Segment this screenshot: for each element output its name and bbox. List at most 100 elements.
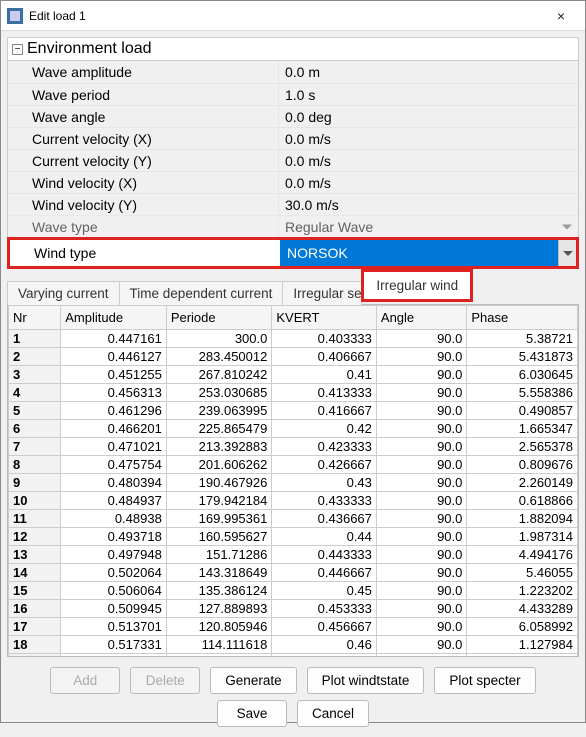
cell-nr[interactable]: 14 (9, 564, 61, 582)
table-row[interactable]: 130.497948151.712860.44333390.04.494176 (9, 546, 578, 564)
cell-kvert[interactable]: 0.413333 (272, 384, 377, 402)
cell-amplitude[interactable]: 0.471021 (61, 438, 167, 456)
cell-angle[interactable]: 90.0 (376, 384, 466, 402)
cell-amplitude[interactable]: 0.461296 (61, 402, 167, 420)
cell-nr[interactable]: 3 (9, 366, 61, 384)
cell-amplitude[interactable]: 0.456313 (61, 384, 167, 402)
prop-wind-vx[interactable]: Wind velocity (X) 0.0 m/s (8, 171, 578, 193)
cell-phase[interactable]: 0.490857 (467, 402, 578, 420)
cell-nr[interactable]: 7 (9, 438, 61, 456)
cell-angle[interactable]: 90.0 (376, 420, 466, 438)
col-nr[interactable]: Nr (9, 306, 61, 330)
table-row[interactable]: 160.509945127.8898930.45333390.04.433289 (9, 600, 578, 618)
cell-periode[interactable]: 127.889893 (166, 600, 272, 618)
table-row[interactable]: 170.513701120.8059460.45666790.06.058992 (9, 618, 578, 636)
cell-nr[interactable]: 11 (9, 510, 61, 528)
cell-amplitude[interactable]: 0.497948 (61, 546, 167, 564)
cell-phase[interactable]: 5.558386 (467, 384, 578, 402)
chevron-down-icon[interactable] (558, 240, 576, 266)
table-row[interactable]: 150.506064135.3861240.4590.01.223202 (9, 582, 578, 600)
prop-wave-angle[interactable]: Wave angle 0.0 deg (8, 105, 578, 127)
cell-periode[interactable]: 179.942184 (166, 492, 272, 510)
cell-nr[interactable]: 18 (9, 636, 61, 654)
cell-phase[interactable]: 1.223202 (467, 582, 578, 600)
cell-amplitude[interactable]: 0.506064 (61, 582, 167, 600)
cell-nr[interactable]: 6 (9, 420, 61, 438)
cell-periode[interactable]: 135.386124 (166, 582, 272, 600)
cell-nr[interactable]: 8 (9, 456, 61, 474)
cell-phase[interactable]: 0.809676 (467, 456, 578, 474)
cell-angle[interactable]: 90.0 (376, 402, 466, 420)
cell-kvert[interactable]: 0.433333 (272, 492, 377, 510)
cell-kvert[interactable]: 0.43 (272, 474, 377, 492)
table-row[interactable]: 20.446127283.4500120.40666790.05.431873 (9, 348, 578, 366)
table-row[interactable]: 10.447161300.00.40333390.05.38721 (9, 330, 578, 348)
tab-time-dependent-current[interactable]: Time dependent current (119, 281, 284, 305)
cell-angle[interactable]: 90.0 (376, 456, 466, 474)
cell-kvert[interactable]: 0.42 (272, 420, 377, 438)
cell-amplitude[interactable]: 0.517331 (61, 636, 167, 654)
cell-angle[interactable]: 90.0 (376, 564, 466, 582)
cell-phase[interactable]: 1.665347 (467, 420, 578, 438)
cell-phase[interactable]: 4.494176 (467, 546, 578, 564)
cell-kvert[interactable]: 0.44 (272, 528, 377, 546)
table-row[interactable]: 90.480394190.4679260.4390.02.260149 (9, 474, 578, 492)
prop-wave-period[interactable]: Wave period 1.0 s (8, 83, 578, 105)
cell-angle[interactable]: 90.0 (376, 492, 466, 510)
cell-angle[interactable]: 90.0 (376, 546, 466, 564)
table-row[interactable]: 70.471021213.3928830.42333390.02.565378 (9, 438, 578, 456)
table-row[interactable]: 40.456313253.0306850.41333390.05.558386 (9, 384, 578, 402)
cell-periode[interactable]: 120.805946 (166, 618, 272, 636)
col-phase[interactable]: Phase (467, 306, 578, 330)
cell-phase[interactable]: 1.882094 (467, 510, 578, 528)
cell-kvert[interactable]: 0.41 (272, 366, 377, 384)
cell-periode[interactable]: 213.392883 (166, 438, 272, 456)
cell-amplitude[interactable]: 0.466201 (61, 420, 167, 438)
cell-kvert[interactable]: 0.446667 (272, 564, 377, 582)
prop-wind-vy[interactable]: Wind velocity (Y) 30.0 m/s (8, 193, 578, 215)
generate-button[interactable]: Generate (210, 667, 296, 694)
cell-phase[interactable]: 2.565378 (467, 438, 578, 456)
cell-phase[interactable]: 5.38721 (467, 330, 578, 348)
cell-angle[interactable]: 90.0 (376, 438, 466, 456)
cell-kvert[interactable]: 0.436667 (272, 510, 377, 528)
cell-amplitude[interactable]: 0.513701 (61, 618, 167, 636)
cell-kvert[interactable]: 0.453333 (272, 600, 377, 618)
cell-angle[interactable]: 90.0 (376, 600, 466, 618)
table-row[interactable]: 50.461296239.0639950.41666790.00.490857 (9, 402, 578, 420)
cell-kvert[interactable]: 0.456667 (272, 618, 377, 636)
cell-periode[interactable]: 190.467926 (166, 474, 272, 492)
col-kvert[interactable]: KVERT (272, 306, 377, 330)
cell-angle[interactable]: 90.0 (376, 474, 466, 492)
col-amplitude[interactable]: Amplitude (61, 306, 167, 330)
prop-current-vy[interactable]: Current velocity (Y) 0.0 m/s (8, 149, 578, 171)
cell-nr[interactable]: 4 (9, 384, 61, 402)
cell-kvert[interactable]: 0.423333 (272, 438, 377, 456)
cell-angle[interactable]: 90.0 (376, 330, 466, 348)
cell-phase[interactable]: 6.058992 (467, 618, 578, 636)
cell-amplitude[interactable]: 0.493718 (61, 528, 167, 546)
cell-kvert[interactable]: 0.406667 (272, 348, 377, 366)
cell-amplitude[interactable]: 0.446127 (61, 348, 167, 366)
table-row[interactable]: 60.466201225.8654790.4290.01.665347 (9, 420, 578, 438)
cell-phase[interactable]: 1.127984 (467, 636, 578, 654)
delete-button[interactable]: Delete (130, 667, 200, 694)
prop-wave-amplitude[interactable]: Wave amplitude 0.0 m (8, 61, 578, 83)
tab-irregular-wind[interactable]: Irregular wind (361, 269, 473, 302)
table-row[interactable]: 100.484937179.9421840.43333390.00.618866 (9, 492, 578, 510)
cell-angle[interactable]: 90.0 (376, 510, 466, 528)
cell-amplitude[interactable]: 0.502064 (61, 564, 167, 582)
cell-kvert[interactable]: 0.46 (272, 636, 377, 654)
cell-amplitude[interactable]: 0.48938 (61, 510, 167, 528)
cell-angle[interactable]: 90.0 (376, 636, 466, 654)
cell-amplitude[interactable]: 0.509945 (61, 600, 167, 618)
cell-nr[interactable]: 13 (9, 546, 61, 564)
cell-periode[interactable]: 151.71286 (166, 546, 272, 564)
prop-wave-type[interactable]: Wave type Regular Wave (8, 215, 578, 237)
cell-phase[interactable]: 4.433289 (467, 600, 578, 618)
cell-nr[interactable]: 10 (9, 492, 61, 510)
cell-periode[interactable]: 169.995361 (166, 510, 272, 528)
table-row[interactable]: 30.451255267.8102420.4190.06.030645 (9, 366, 578, 384)
cell-angle[interactable]: 90.0 (376, 348, 466, 366)
prop-wind-type[interactable]: Wind type NORSOK (10, 240, 576, 266)
